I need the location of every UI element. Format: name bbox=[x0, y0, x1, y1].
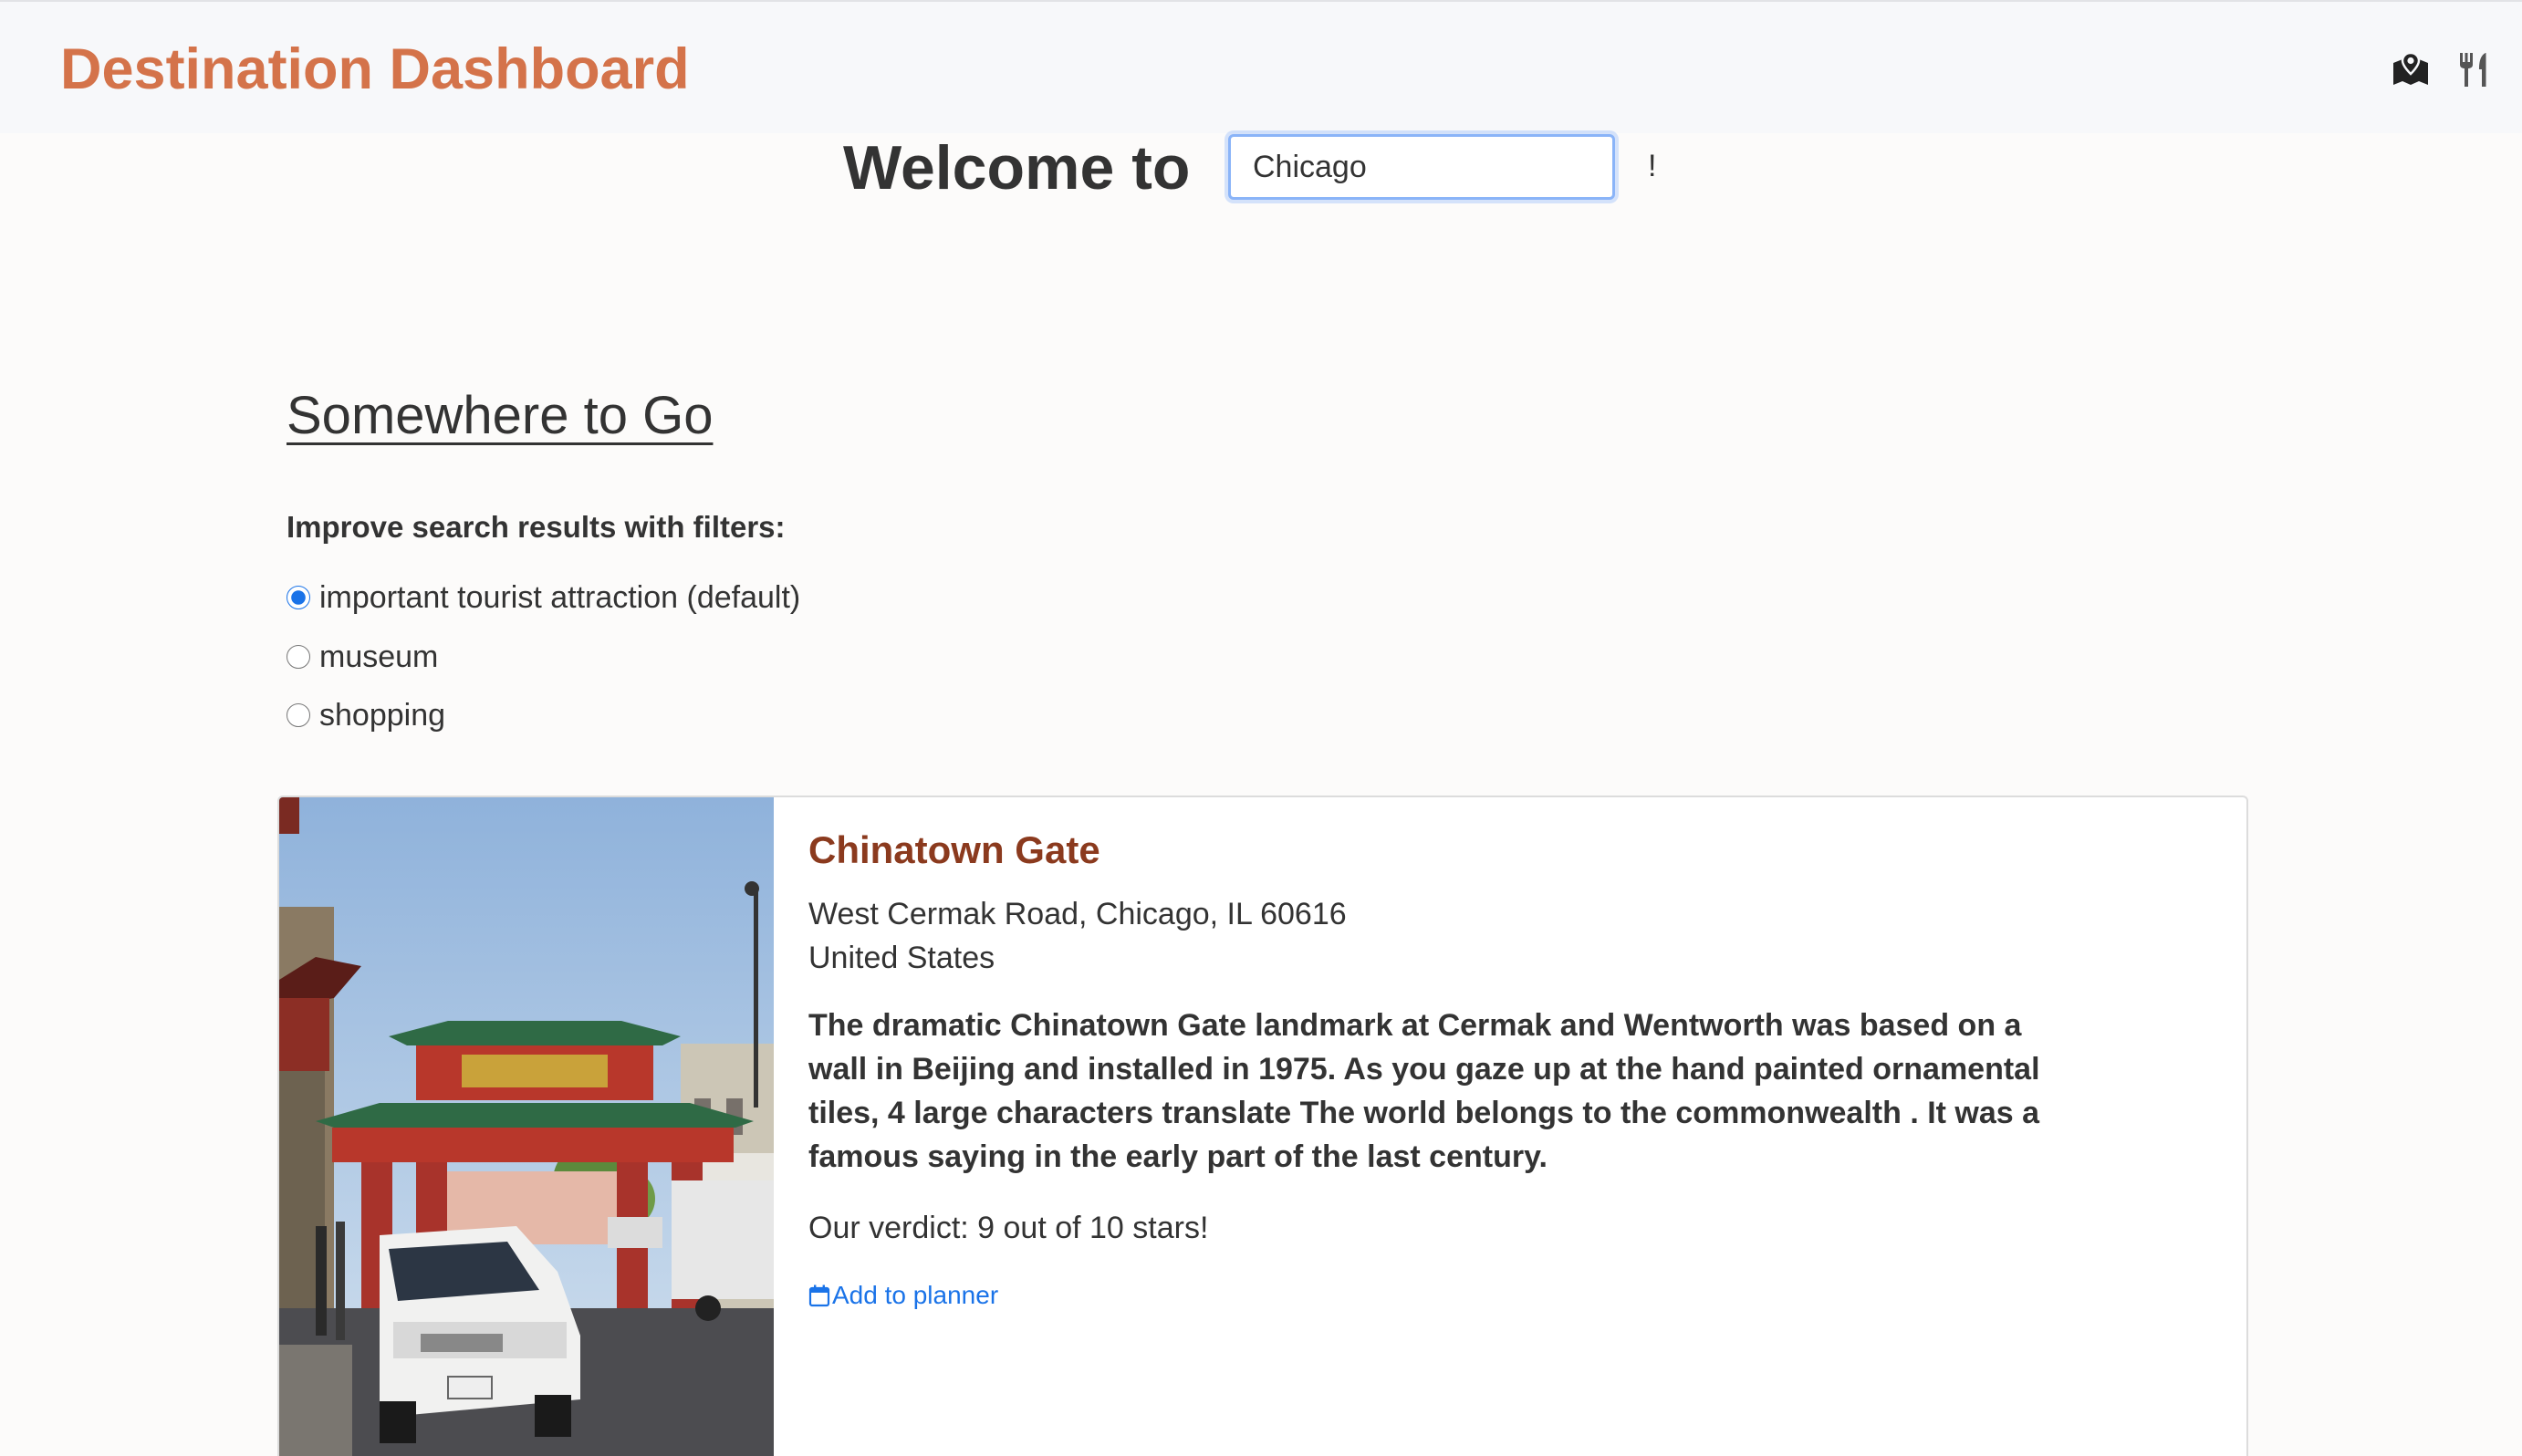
filter-radio-shopping[interactable] bbox=[287, 703, 310, 727]
attraction-card: Chinatown Gate West Cermak Road, Chicago… bbox=[277, 796, 2248, 1456]
calendar-icon bbox=[808, 1284, 830, 1307]
filter-option-museum[interactable]: museum bbox=[287, 635, 438, 679]
attraction-details: Chinatown Gate West Cermak Road, Chicago… bbox=[808, 825, 2086, 1314]
attraction-description: The dramatic Chinatown Gate landmark at … bbox=[808, 1008, 2040, 1174]
welcome-exclamation: ! bbox=[1648, 149, 1657, 183]
filter-radio-tourist[interactable] bbox=[287, 586, 310, 609]
filter-label-shopping[interactable]: shopping bbox=[319, 693, 445, 737]
address-line-1: West Cermak Road, Chicago, IL 60616 bbox=[808, 897, 1347, 931]
welcome-heading: Welcome to bbox=[843, 133, 1191, 203]
city-input[interactable] bbox=[1228, 134, 1615, 200]
filter-option-tourist[interactable]: important tourist attraction (default) bbox=[287, 576, 800, 619]
attraction-photo bbox=[279, 797, 774, 1456]
attraction-address: West Cermak Road, Chicago, IL 60616 Unit… bbox=[808, 892, 2086, 980]
utensils-icon[interactable] bbox=[2454, 49, 2495, 89]
navbar: Destination Dashboard bbox=[0, 0, 2522, 133]
section-title: Somewhere to Go bbox=[287, 386, 714, 445]
filter-label-museum[interactable]: museum bbox=[319, 635, 438, 679]
brand-title[interactable]: Destination Dashboard bbox=[60, 33, 690, 106]
add-to-planner-label[interactable]: Add to planner bbox=[832, 1277, 998, 1314]
filter-option-shopping[interactable]: shopping bbox=[287, 693, 445, 737]
map-icon[interactable] bbox=[2391, 49, 2431, 89]
address-line-2: United States bbox=[808, 941, 995, 975]
attraction-title: Chinatown Gate bbox=[808, 828, 1100, 871]
filter-label-tourist[interactable]: important tourist attraction (default) bbox=[319, 576, 800, 619]
add-to-planner-link[interactable]: Add to planner bbox=[808, 1277, 998, 1314]
filters-label: Improve search results with filters: bbox=[287, 510, 786, 544]
attraction-verdict: Our verdict: 9 out of 10 stars! bbox=[808, 1211, 1209, 1245]
filter-radio-museum[interactable] bbox=[287, 645, 310, 669]
